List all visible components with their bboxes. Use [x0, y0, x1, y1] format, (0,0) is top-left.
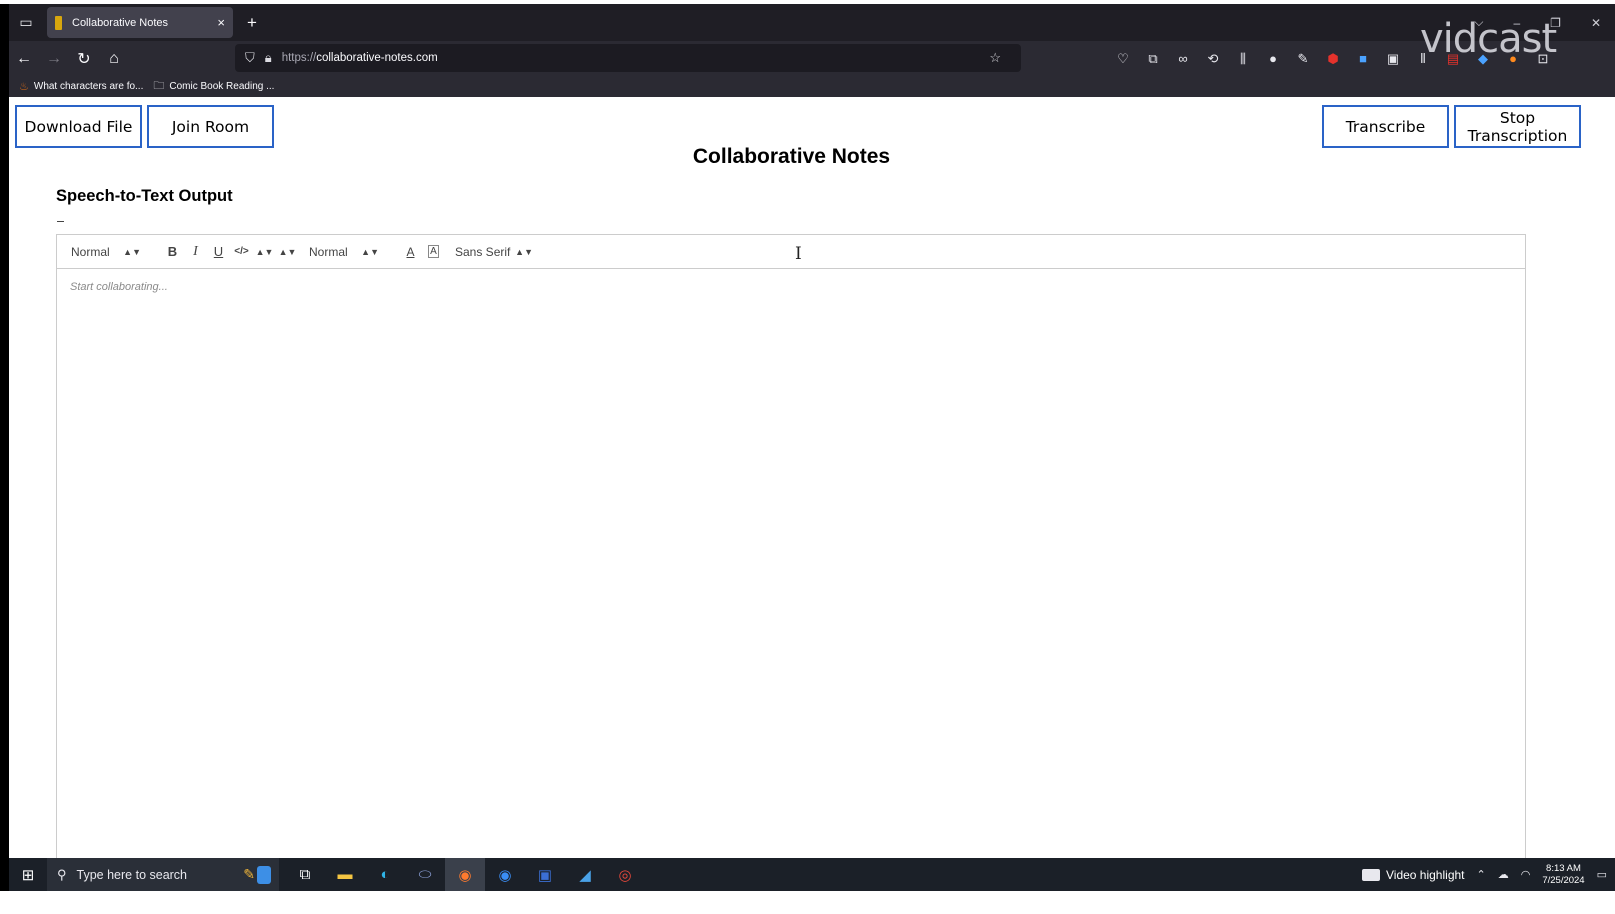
- italic-button[interactable]: I: [184, 240, 207, 264]
- editor-placeholder: Start collaborating...: [70, 281, 168, 293]
- edge-icon[interactable]: ◐: [365, 858, 405, 891]
- back-arrow-icon[interactable]: ←: [9, 44, 39, 74]
- clock[interactable]: 8:13 AM 7/25/2024: [1542, 863, 1584, 887]
- text-color-button[interactable]: A: [399, 240, 422, 264]
- code-button[interactable]: </>: [230, 240, 253, 264]
- tab-collaborative-notes[interactable]: Collaborative Notes ×: [47, 7, 233, 38]
- header-picker[interactable]: Normal ▲▼: [71, 240, 141, 264]
- file-explorer-icon[interactable]: ▬: [325, 858, 365, 891]
- size-picker[interactable]: Normal ▲▼: [309, 240, 379, 264]
- download-file-button[interactable]: Download File: [15, 105, 142, 148]
- output-divider: [57, 221, 64, 222]
- url-text[interactable]: https://collaborative-notes.com: [282, 52, 990, 64]
- system-tray: Video highlight ⌃ ☁ ◠ 8:13 AM 7/25/2024 …: [1361, 858, 1615, 891]
- bold-button[interactable]: B: [161, 240, 184, 264]
- video-highlight-widget[interactable]: Video highlight: [1361, 868, 1465, 882]
- list-picker-icon[interactable]: ▲▼: [276, 240, 299, 264]
- screenshot-icon[interactable]: ⧉: [1144, 50, 1162, 68]
- extension-pen-icon[interactable]: ✎: [1294, 50, 1312, 68]
- extension-k-icon[interactable]: ▣: [1384, 50, 1402, 68]
- bottom-edge: [0, 891, 1615, 914]
- navigation-bar: ← → ↻ ⌂ ⛉ 🔒︎ https://collaborative-notes…: [9, 41, 1615, 76]
- picker-arrows-icon: ▲▼: [361, 246, 379, 257]
- page-title: Collaborative Notes: [692, 145, 891, 168]
- notifications-icon[interactable]: ▭: [1597, 868, 1607, 881]
- align-picker-icon[interactable]: ▲▼: [253, 240, 276, 264]
- picker-arrows-icon: ▲▼: [515, 246, 533, 257]
- chevron-up-icon[interactable]: ⌃: [1477, 868, 1486, 881]
- tab-favicon-icon: [55, 15, 62, 30]
- ublock-icon[interactable]: ⬢: [1324, 50, 1342, 68]
- close-window-icon[interactable]: ✕: [1591, 16, 1601, 30]
- wifi-icon[interactable]: ◠: [1521, 868, 1531, 881]
- section-title: Speech-to-Text Output: [56, 187, 233, 205]
- firefox-icon[interactable]: ◉: [445, 858, 485, 891]
- folder-icon: 🗀: [153, 80, 165, 92]
- webex-icon[interactable]: ▣: [525, 858, 565, 891]
- bookmark-favicon-icon: ♨: [19, 81, 29, 93]
- tab-title: Collaborative Notes: [72, 16, 168, 29]
- font-picker[interactable]: Sans Serif ▲▼: [455, 240, 533, 264]
- forward-arrow-icon[interactable]: →: [39, 44, 69, 74]
- bookmark-item[interactable]: ♨ What characters are fo...: [19, 80, 143, 93]
- windows-taskbar: ⊞ ⚲ Type here to search ✎ ⧉ ▬ ◐ ⬭ ◉ ◉ ▣ …: [9, 858, 1615, 891]
- underline-button[interactable]: U: [207, 240, 230, 264]
- vidcast-watermark: vidcast: [1420, 16, 1557, 62]
- search-highlight-icon: ✎: [243, 865, 271, 884]
- tab-bar: ▭ Collaborative Notes × + ⌵ – ❐ ✕: [9, 4, 1615, 41]
- new-tab-button[interactable]: +: [237, 8, 267, 38]
- tab-list-icon[interactable]: ▭: [9, 4, 43, 41]
- text-cursor-icon: I: [795, 244, 802, 264]
- history-icon[interactable]: ⟲: [1204, 50, 1222, 68]
- shield-icon[interactable]: ⛉: [245, 50, 255, 66]
- bookmark-folder[interactable]: 🗀 Comic Book Reading ...: [153, 77, 274, 96]
- url-bar[interactable]: ⛉ 🔒︎ https://collaborative-notes.com ☆: [235, 44, 1021, 72]
- pocket-icon[interactable]: ♡: [1114, 50, 1132, 68]
- home-icon[interactable]: ⌂: [99, 44, 129, 74]
- transcribe-button[interactable]: Transcribe: [1322, 105, 1449, 148]
- cloud-icon[interactable]: ☁: [1498, 868, 1509, 881]
- extension-shield-icon[interactable]: ■: [1354, 50, 1372, 68]
- mlb-icon: [1361, 868, 1380, 881]
- extension-j-icon[interactable]: ●: [1264, 50, 1282, 68]
- search-icon: ⚲: [57, 866, 67, 882]
- bookmarks-bar: ♨ What characters are fo... 🗀 Comic Book…: [9, 76, 1615, 97]
- editor-toolbar: Normal ▲▼ B I U </> ▲▼ ▲▼ Normal ▲▼ A A …: [57, 235, 1525, 269]
- taskbar-search-box[interactable]: ⚲ Type here to search ✎: [47, 858, 279, 891]
- taskbar-apps: ⧉ ▬ ◐ ⬭ ◉ ◉ ▣ ◢ ◎: [285, 858, 645, 891]
- join-room-button[interactable]: Join Room: [147, 105, 274, 148]
- reload-icon[interactable]: ↻: [69, 44, 99, 74]
- chrome-icon[interactable]: ◎: [605, 858, 645, 891]
- task-view-icon[interactable]: ⧉: [285, 858, 325, 891]
- app-blue-icon[interactable]: ⬭: [405, 858, 445, 891]
- stop-transcription-button[interactable]: Stop Transcription: [1454, 105, 1581, 148]
- close-tab-icon[interactable]: ×: [217, 15, 225, 30]
- picker-arrows-icon: ▲▼: [123, 246, 141, 257]
- lock-icon[interactable]: 🔒︎: [265, 50, 272, 66]
- background-color-button[interactable]: A: [422, 240, 445, 264]
- bookmark-star-icon[interactable]: ☆: [989, 50, 1001, 66]
- web-page: Download File Join Room Transcribe Stop …: [9, 97, 1615, 858]
- firefox-dev-icon[interactable]: ◉: [485, 858, 525, 891]
- infinity-icon[interactable]: ∞: [1174, 50, 1192, 68]
- library-icon[interactable]: ⫼: [1234, 50, 1252, 68]
- windows-start-icon[interactable]: ⊞: [9, 858, 47, 891]
- rich-text-editor[interactable]: Normal ▲▼ B I U </> ▲▼ ▲▼ Normal ▲▼ A A …: [56, 234, 1526, 858]
- search-placeholder: Type here to search: [76, 867, 188, 882]
- mail-icon[interactable]: ◢: [565, 858, 605, 891]
